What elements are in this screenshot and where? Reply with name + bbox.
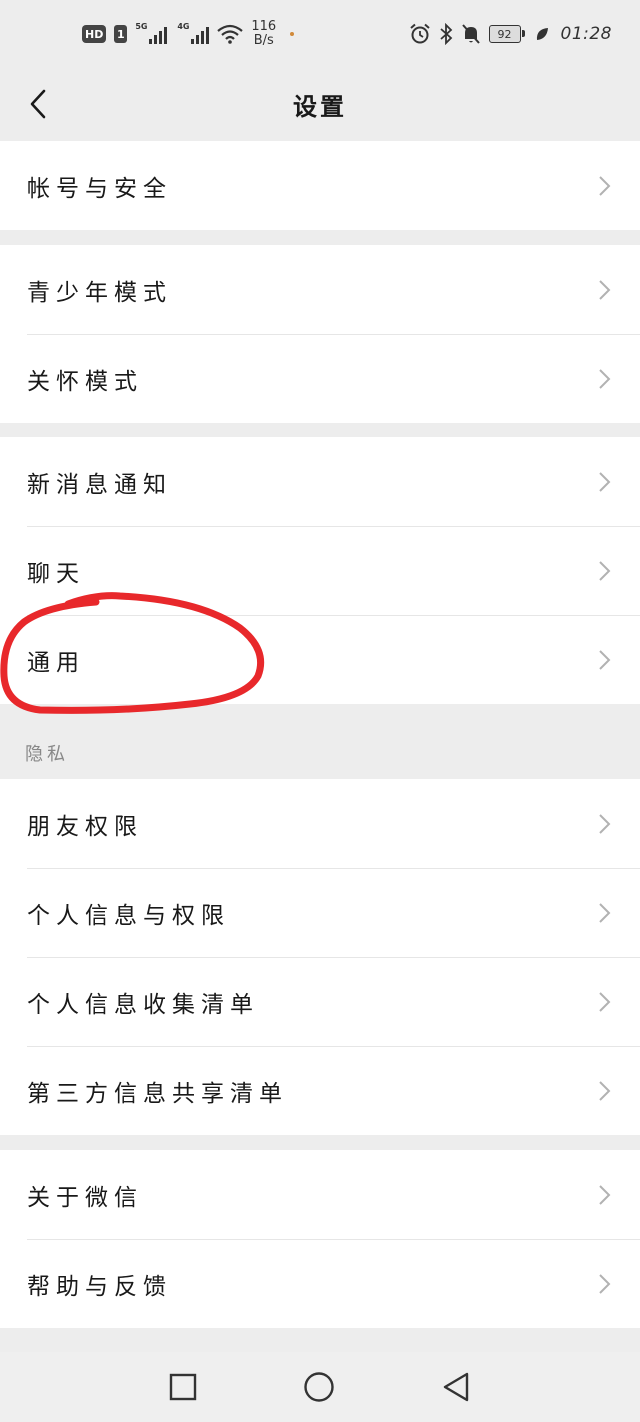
chevron-right-icon xyxy=(599,813,611,834)
page-title: 设置 xyxy=(293,92,347,121)
back-triangle-icon xyxy=(443,1372,469,1402)
chevron-right-icon xyxy=(599,1273,611,1294)
battery-level: 92 xyxy=(497,27,512,41)
settings-item-third-party-sharing-list[interactable]: 第三方信息共享清单 xyxy=(0,1046,640,1135)
back-nav-button[interactable] xyxy=(441,1371,471,1403)
network-speed: 116 B/s xyxy=(251,20,276,48)
settings-item-label: 朋友权限 xyxy=(27,813,143,840)
settings-group-account: 帐号与安全 xyxy=(0,141,640,230)
hd-badge: HD xyxy=(82,25,107,43)
back-button[interactable] xyxy=(16,82,60,126)
settings-item-label: 关于微信 xyxy=(27,1184,143,1211)
status-bar-right: 92 01:28 xyxy=(409,23,613,45)
home-icon xyxy=(304,1372,334,1402)
chevron-right-icon xyxy=(599,471,611,492)
settings-item-account-security[interactable]: 帐号与安全 xyxy=(0,141,640,230)
settings-item-chat[interactable]: 聊天 xyxy=(0,526,640,615)
clock: 01:28 xyxy=(560,24,612,44)
wifi-icon xyxy=(217,24,244,44)
settings-item-help-feedback[interactable]: 帮助与反馈 xyxy=(0,1239,640,1328)
settings-item-general[interactable]: 通用 xyxy=(0,615,640,704)
settings-item-new-message-notifications[interactable]: 新消息通知 xyxy=(0,437,640,526)
settings-item-about-wechat[interactable]: 关于微信 xyxy=(0,1150,640,1239)
chevron-right-icon xyxy=(599,1080,611,1101)
bluetooth-icon xyxy=(439,23,452,45)
chevron-right-icon xyxy=(599,1184,611,1205)
settings-group-general: 新消息通知 聊天 通用 xyxy=(0,437,640,704)
chevron-right-icon xyxy=(599,649,611,670)
settings-item-label: 个人信息与权限 xyxy=(27,902,230,929)
settings-item-label: 关怀模式 xyxy=(27,368,143,395)
chevron-right-icon xyxy=(599,560,611,581)
back-arrow-icon xyxy=(30,89,46,119)
signal-4g-label: 4G xyxy=(177,22,190,31)
chevron-right-icon xyxy=(599,279,611,300)
chevron-right-icon xyxy=(599,902,611,923)
signal-4g-icon: 4G xyxy=(177,22,210,44)
notification-dot-icon xyxy=(290,32,295,36)
section-label-privacy: 隐私 xyxy=(25,744,69,765)
settings-item-friend-permissions[interactable]: 朋友权限 xyxy=(0,779,640,868)
recent-apps-button[interactable] xyxy=(169,1373,197,1401)
settings-item-label: 帮助与反馈 xyxy=(27,1273,172,1300)
chevron-right-icon xyxy=(599,175,611,196)
mute-bell-icon xyxy=(461,24,480,44)
sim-badge: 1 xyxy=(114,25,128,43)
settings-item-label: 新消息通知 xyxy=(27,471,172,498)
signal-5g-label: 5G xyxy=(135,22,148,31)
system-nav-bar xyxy=(0,1352,640,1422)
settings-item-label: 帐号与安全 xyxy=(27,175,172,202)
leaf-icon xyxy=(536,28,548,40)
recent-apps-icon xyxy=(169,1373,197,1401)
home-button[interactable] xyxy=(303,1371,335,1403)
battery-icon: 92 xyxy=(488,25,525,43)
settings-item-label: 通用 xyxy=(27,649,85,676)
signal-5g-icon: 5G xyxy=(135,22,168,44)
network-speed-value: 116 xyxy=(251,19,277,34)
chevron-right-icon xyxy=(599,368,611,389)
settings-item-label: 聊天 xyxy=(27,560,85,587)
nav-bar: 设置 xyxy=(0,68,640,140)
settings-group-about: 关于微信 帮助与反馈 xyxy=(0,1150,640,1328)
settings-item-teen-mode[interactable]: 青少年模式 xyxy=(0,245,640,334)
settings-group-privacy: 朋友权限 个人信息与权限 个人信息收集清单 第三方信息共享清单 xyxy=(0,779,640,1135)
settings-item-care-mode[interactable]: 关怀模式 xyxy=(0,334,640,423)
settings-item-label: 个人信息收集清单 xyxy=(27,991,259,1018)
chevron-right-icon xyxy=(599,991,611,1012)
settings-item-label: 青少年模式 xyxy=(27,279,172,306)
network-speed-unit: B/s xyxy=(253,33,274,48)
settings-item-personal-info-permissions[interactable]: 个人信息与权限 xyxy=(0,868,640,957)
settings-group-modes: 青少年模式 关怀模式 xyxy=(0,245,640,423)
settings-item-label: 第三方信息共享清单 xyxy=(27,1080,288,1107)
status-bar-left: HD 1 5G 4G 116 B/s xyxy=(82,20,295,48)
settings-item-personal-info-collection-list[interactable]: 个人信息收集清单 xyxy=(0,957,640,1046)
alarm-icon xyxy=(409,23,430,44)
status-bar: HD 1 5G 4G 116 B/s 92 01:28 xyxy=(0,0,640,68)
